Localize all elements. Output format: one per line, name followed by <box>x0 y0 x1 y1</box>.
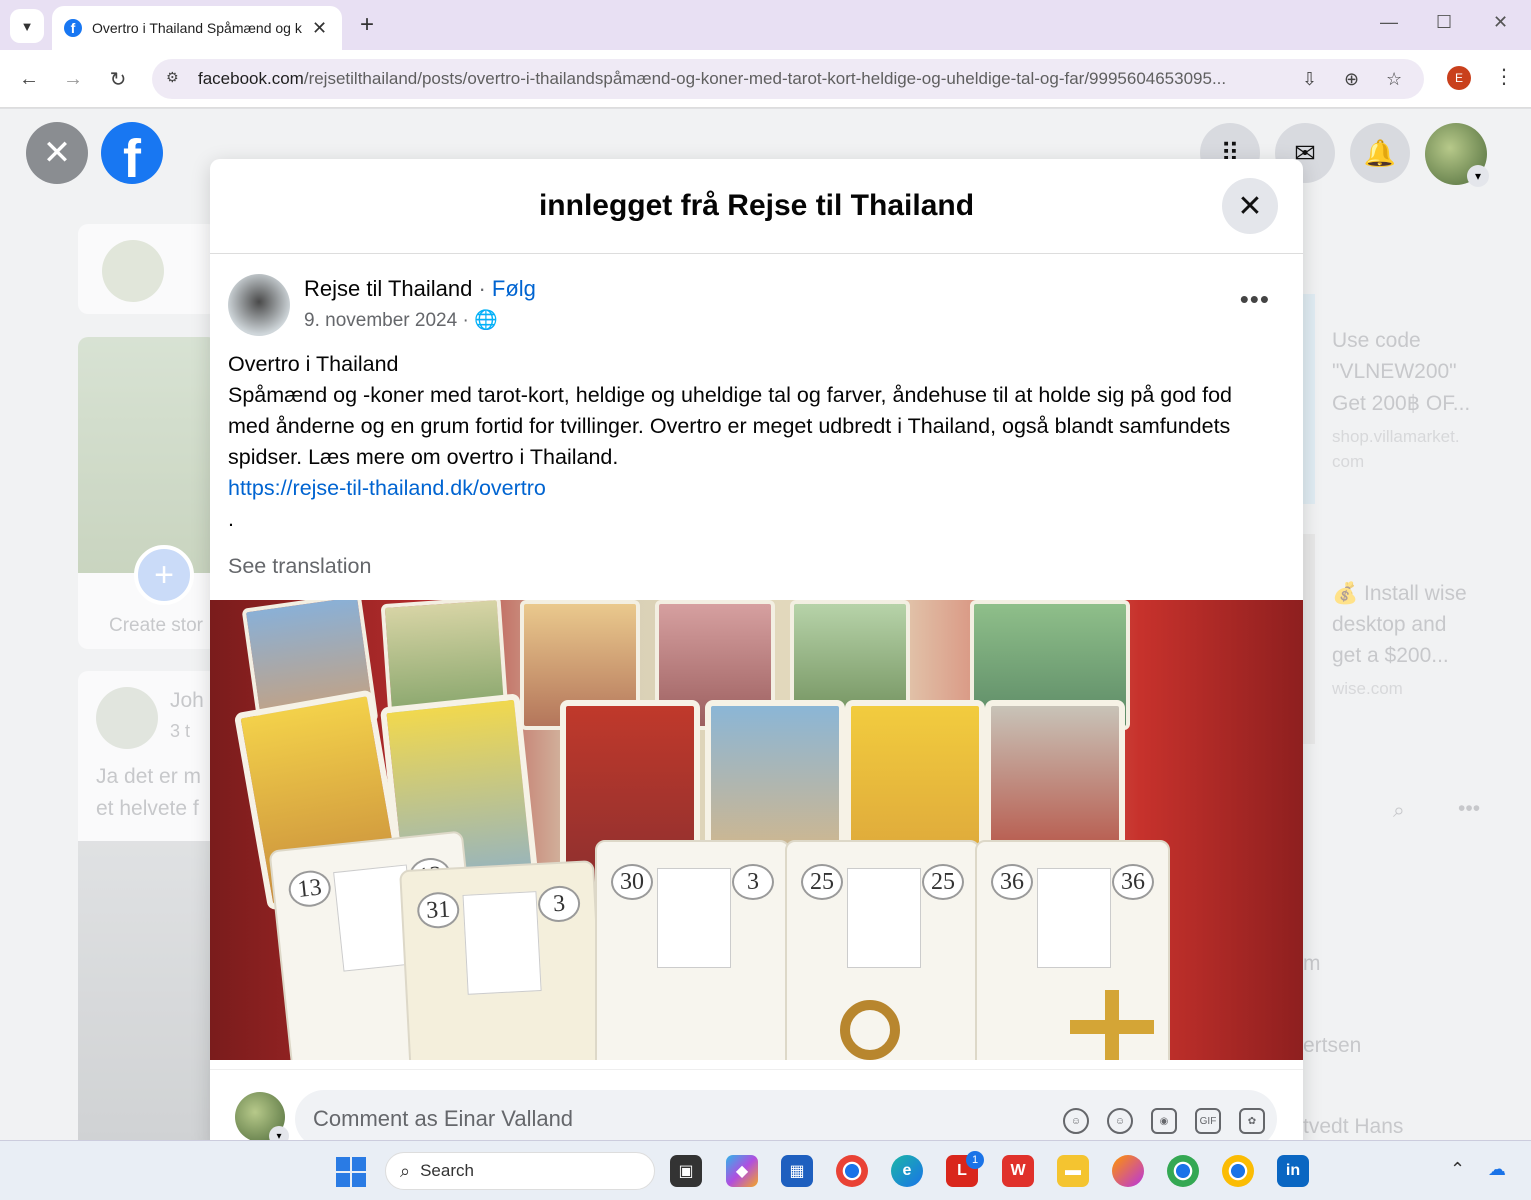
see-translation-link[interactable]: See translation <box>228 554 371 579</box>
taskbar-search[interactable]: ⌕ Search <box>385 1152 655 1190</box>
wps-icon[interactable]: W <box>1002 1155 1034 1187</box>
copilot-icon[interactable]: ◆ <box>726 1155 758 1187</box>
notifications-bell-icon[interactable]: 🔔 <box>1350 123 1410 183</box>
back-arrow-icon[interactable]: ← <box>14 64 44 94</box>
facebook-page: + Create stor Joh 3 t Ja det er m et hel… <box>0 109 1531 1140</box>
tarot-card: 31 3 <box>399 860 606 1060</box>
reload-icon[interactable]: ↻ <box>103 64 133 94</box>
post-image[interactable]: 13 13 31 3 30 3 25 25 36 36 <box>210 600 1303 1060</box>
post-date[interactable]: 9. november 2024 · <box>304 310 474 331</box>
post-modal: innlegget frå Rejse til Thailand ✕ Rejse… <box>210 159 1303 1140</box>
url-text[interactable]: facebook.com/rejsetilthailand/posts/over… <box>198 69 1288 89</box>
install-app-icon[interactable]: ⇩ <box>1302 69 1317 90</box>
commenter-avatar[interactable]: ▾ <box>235 1092 289 1140</box>
tab-close-button[interactable]: ✕ <box>312 18 327 39</box>
post-text-line: Overtro i Thailand <box>228 352 399 376</box>
post-date-line: 9. november 2024 · 🌐 <box>304 308 498 332</box>
modal-title: innlegget frå Rejse til Thailand <box>538 189 975 222</box>
post-header: Rejse til Thailand · Følg 9. november 20… <box>228 274 1288 336</box>
chevron-down-icon: ▾ <box>269 1126 289 1140</box>
ring-decoration <box>840 1000 900 1060</box>
windows-taskbar: ⌕ Search ▣ ◆ ▦ e L 1 W ▬ in ⌃ ☁ <box>0 1140 1531 1200</box>
linkedin-icon[interactable]: in <box>1277 1155 1309 1187</box>
modal-header: innlegget frå Rejse til Thailand ✕ <box>210 159 1303 254</box>
bookmark-star-icon[interactable]: ☆ <box>1386 69 1402 90</box>
post-author-line: Rejse til Thailand · Følg <box>304 276 536 301</box>
post-link[interactable]: https://rejse-til-thailand.dk/overtro <box>228 473 1268 504</box>
windows-start-icon[interactable] <box>336 1157 366 1187</box>
edge-icon[interactable]: e <box>891 1155 923 1187</box>
avatar-sticker-icon[interactable]: ☺ <box>1063 1108 1089 1134</box>
globe-icon: 🌐 <box>474 310 498 331</box>
post-text-dot: . <box>228 507 234 531</box>
camera-icon[interactable]: ◉ <box>1151 1108 1177 1134</box>
search-icon: ⌕ <box>400 1160 411 1181</box>
file-explorer-icon[interactable]: ▬ <box>1057 1155 1089 1187</box>
site-info-icon[interactable]: ⚙ <box>166 69 186 89</box>
profile-avatar[interactable]: E <box>1447 66 1471 90</box>
follow-link[interactable]: Følg <box>492 276 536 301</box>
browser-tab-active[interactable]: f Overtro i Thailand Spåmænd og koner me… <box>52 6 342 50</box>
modal-close-button[interactable]: ✕ <box>1222 178 1278 234</box>
post-author[interactable]: Rejse til Thailand <box>304 276 472 301</box>
comment-input[interactable]: Comment as Einar Valland ☺ ☺ ◉ GIF ✿ <box>295 1090 1277 1140</box>
taskbar-search-label: Search <box>420 1161 474 1180</box>
browser-tab-bar: ▼ f Overtro i Thailand Spåmænd og koner … <box>0 0 1531 50</box>
facebook-favicon-icon: f <box>64 19 82 37</box>
zoom-icon[interactable]: ⊕ <box>1344 69 1359 90</box>
microsoft-store-icon[interactable]: ▦ <box>781 1155 813 1187</box>
page-avatar[interactable] <box>228 274 290 336</box>
post-text-paragraph: Spåmænd og -koner med tarot-kort, heldig… <box>228 383 1232 469</box>
post-text: Overtro i Thailand Spåmænd og -koner med… <box>228 349 1268 535</box>
window-close-icon[interactable]: ✕ <box>1493 12 1508 33</box>
address-bar[interactable]: ⚙ facebook.com/rejsetilthailand/posts/ov… <box>152 59 1424 99</box>
onedrive-cloud-icon[interactable]: ☁ <box>1488 1159 1506 1180</box>
maximize-icon[interactable]: ☐ <box>1436 12 1452 33</box>
firefox-icon[interactable] <box>1112 1155 1144 1187</box>
forward-arrow-icon[interactable]: → <box>58 64 88 94</box>
chrome-beta-icon[interactable] <box>1167 1155 1199 1187</box>
chrome-icon[interactable] <box>836 1155 868 1187</box>
facebook-logo[interactable]: f <box>101 122 163 184</box>
chevron-down-icon: ▾ <box>1467 165 1489 187</box>
account-avatar[interactable]: ▾ <box>1425 123 1489 187</box>
comment-placeholder: Comment as Einar Valland <box>313 1106 574 1131</box>
browser-toolbar: ← → ↻ ⚙ facebook.com/rejsetilthailand/po… <box>0 50 1531 108</box>
gif-icon[interactable]: GIF <box>1195 1108 1221 1134</box>
close-icon[interactable]: ✕ <box>26 122 88 184</box>
sticker-icon[interactable]: ✿ <box>1239 1108 1265 1134</box>
notification-badge: 1 <box>966 1151 984 1169</box>
chrome-active-icon[interactable] <box>1222 1155 1254 1187</box>
tarot-card: 30 3 <box>595 840 790 1060</box>
chevron-down-icon: ▼ <box>20 18 34 34</box>
emoji-icon[interactable]: ☺ <box>1107 1108 1133 1134</box>
tray-chevron-up-icon[interactable]: ⌃ <box>1450 1159 1465 1180</box>
minimize-icon[interactable]: — <box>1380 12 1398 33</box>
browser-menu-icon[interactable]: ⋮ <box>1494 64 1514 89</box>
tab-search-button[interactable]: ▼ <box>10 9 44 43</box>
post-options-icon[interactable]: ••• <box>1240 284 1270 315</box>
task-view-icon[interactable]: ▣ <box>670 1155 702 1187</box>
tab-title: Overtro i Thailand Spåmænd og koner med … <box>92 20 302 36</box>
new-tab-button[interactable]: + <box>352 10 382 40</box>
comment-row: ▾ Comment as Einar Valland ☺ ☺ ◉ GIF ✿ <box>210 1069 1303 1140</box>
